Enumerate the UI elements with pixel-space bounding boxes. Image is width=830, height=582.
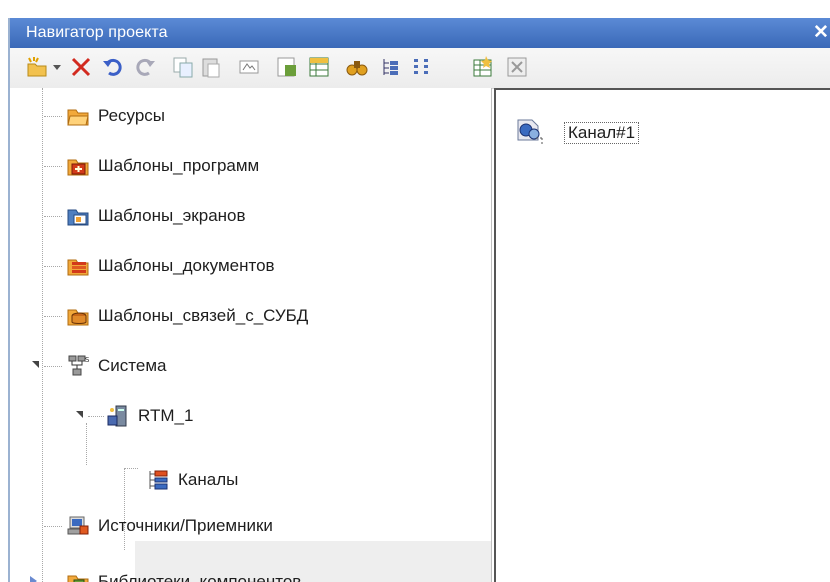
tree-item-label: Ресурсы: [98, 106, 166, 125]
dropdown-arrow-icon[interactable]: [50, 54, 64, 80]
tree-item-dbms-templates[interactable]: Шаблоны_связей_с_СУБД: [10, 296, 491, 336]
content-panel: Канал#1: [494, 88, 830, 582]
copy-icon[interactable]: [170, 54, 196, 80]
content-item-label: Канал#1: [564, 122, 640, 144]
tree-item-label: RTM_1: [138, 406, 194, 425]
toolbar: [10, 48, 830, 89]
tree-item-rtm-1[interactable]: RTM_1: [10, 396, 491, 436]
channels-icon: [146, 468, 170, 492]
wizard-icon[interactable]: [470, 54, 496, 80]
system-network-icon: S: [66, 354, 90, 378]
expand-arrow-icon[interactable]: [32, 361, 39, 368]
new-item-icon[interactable]: [24, 54, 50, 80]
document-templates-icon: [66, 254, 90, 278]
expand-arrow-icon[interactable]: [76, 411, 83, 418]
undo-icon[interactable]: [100, 54, 126, 80]
tree-item-program-templates[interactable]: Шаблоны_программ: [10, 146, 491, 186]
tree-item-system[interactable]: S Система: [10, 346, 491, 386]
project-tree: Ресурсы Шаблоны_программ Шаблоны_экранов…: [10, 88, 492, 582]
close-doc-icon[interactable]: [504, 54, 530, 80]
properties-icon[interactable]: [274, 54, 300, 80]
tree-item-document-templates[interactable]: Шаблоны_документов: [10, 246, 491, 286]
tree-item-resources[interactable]: Ресурсы: [10, 96, 491, 136]
find-icon[interactable]: [344, 54, 370, 80]
close-icon[interactable]: ✕: [812, 21, 830, 45]
tree-item-label: Система: [98, 356, 167, 375]
tree-item-screen-templates[interactable]: Шаблоны_экранов: [10, 196, 491, 236]
tree-item-label: Шаблоны_программ: [98, 156, 260, 175]
channel-item-icon: [514, 114, 548, 148]
tree-item-component-libraries[interactable]: Библиотеки_компонентов: [10, 562, 491, 582]
tree-item-sources-receivers[interactable]: Источники/Приемники: [10, 506, 491, 546]
screen-templates-icon: [66, 204, 90, 228]
component-libraries-icon: [66, 570, 90, 582]
dbms-templates-icon: [66, 304, 90, 328]
tree-view-icon[interactable]: [378, 54, 404, 80]
sources-receivers-icon: [66, 514, 90, 538]
tree-item-channels[interactable]: Каналы: [10, 460, 491, 500]
tree-item-label: Шаблоны_связей_с_СУБД: [98, 306, 309, 325]
tree-item-label: Источники/Приемники: [98, 516, 273, 535]
table-icon[interactable]: [306, 54, 332, 80]
tree-item-label: Каналы: [178, 470, 239, 489]
redo-icon[interactable]: [132, 54, 158, 80]
tree-item-label: Шаблоны_экранов: [98, 206, 246, 225]
window-title: Навигатор проекта: [26, 24, 168, 41]
rename-icon[interactable]: [236, 54, 262, 80]
title-bar: Навигатор проекта ✕: [10, 18, 830, 48]
project-navigator-window: Навигатор проекта ✕ Ресурсы Шаблоны_прог…: [0, 0, 830, 582]
tree-item-label: Шаблоны_документов: [98, 256, 275, 275]
svg-text:S: S: [85, 356, 90, 364]
folder-resources-icon: [66, 104, 90, 128]
list-view-icon[interactable]: [410, 54, 436, 80]
tree-item-label: Библиотеки_компонентов: [98, 572, 302, 582]
paste-icon[interactable]: [198, 54, 224, 80]
window-edge: [0, 0, 8, 582]
program-templates-icon: [66, 154, 90, 178]
rtm-node-icon: [106, 404, 130, 428]
delete-icon[interactable]: [68, 54, 94, 80]
collapse-arrow-icon[interactable]: [30, 576, 37, 582]
